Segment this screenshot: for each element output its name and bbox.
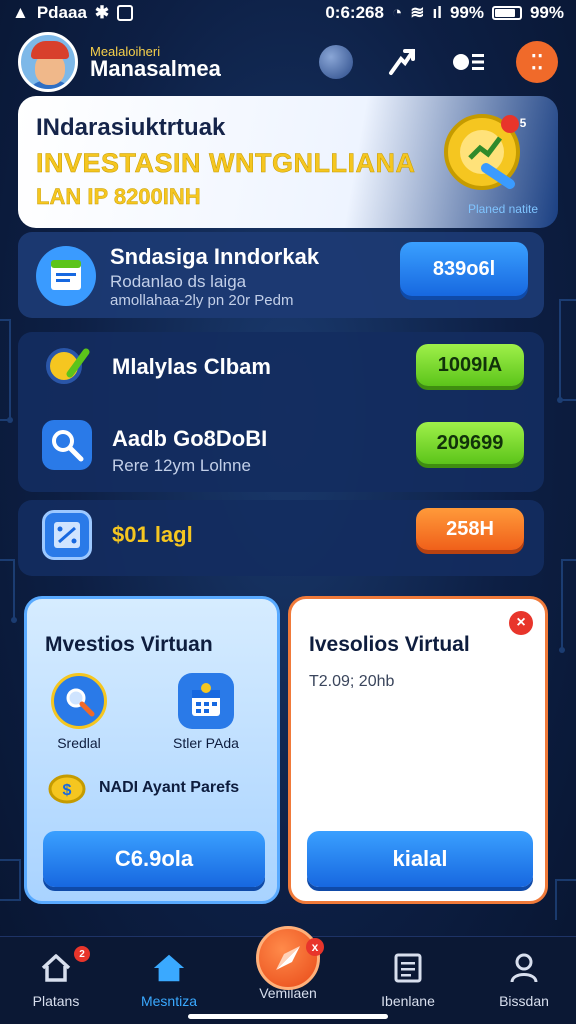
search-icon (42, 420, 92, 470)
battery-percent-secondary: 99% (529, 3, 564, 22)
nav-label: Platans (32, 993, 80, 1009)
nav-label: Ibenlane (381, 993, 435, 1009)
battery-percent: 99% (449, 3, 484, 22)
row-value-button[interactable]: 209699 (416, 422, 524, 464)
nav-item-mesntiza[interactable]: Mesntiza (119, 951, 219, 1009)
compass-icon (276, 946, 300, 970)
hero-caption: Planed natite (467, 202, 538, 216)
home-icon (152, 951, 186, 985)
row-subtitle-2: amollahaa-2ly pn 20r Pedm (110, 292, 294, 309)
card-primary-button[interactable]: kialal (307, 831, 533, 887)
feature-label: Stler PAda (173, 735, 239, 751)
info-line: $ NADI Ayant Parefs (47, 771, 239, 805)
card-date: T2.09; 20hb (309, 673, 395, 690)
coin-icon: $ (48, 774, 86, 804)
list-toggle-icon[interactable] (450, 44, 486, 80)
info-line-text: NADI Ayant Parefs (99, 779, 240, 796)
row-title: $01 lagl (112, 522, 193, 547)
card-title: Mvestios Virtuan (45, 633, 213, 656)
signal-icon: ıl (432, 3, 442, 22)
row-subtitle: Rere 12ym Lolnne (112, 456, 251, 475)
calendar-icon (177, 673, 234, 729)
hero-subtitle: INVESTASIN WNTGNLLIANA (36, 148, 416, 179)
app-header: Mealaloiheri Manasalmea ⁚⁚ (18, 32, 558, 92)
gear-coin-icon (444, 114, 520, 190)
lightbulb-icon (42, 342, 92, 392)
feature-item[interactable]: Sredlal (51, 673, 107, 751)
globe-icon[interactable] (318, 44, 354, 80)
feature-label: Sredlal (57, 735, 101, 751)
row-title: Aadb Go8DoBI (112, 426, 268, 451)
carrier-label: Pdaaa (36, 3, 87, 22)
document-icon (36, 246, 96, 306)
card-primary-button[interactable]: C6.9ola (43, 831, 265, 887)
notification-badge: 2 (74, 946, 90, 962)
nav-item-bissdan[interactable]: Bissdan (474, 951, 574, 1009)
nav-label: Mesntiza (140, 993, 198, 1009)
app-notification-icon (117, 5, 134, 21)
list-group: Mlalylas Clbam 1009IA Aadb Go8DoBI Rere … (18, 332, 544, 492)
hero-amount: LAN IP 8200INH (36, 184, 201, 209)
search-settings-icon (51, 673, 107, 729)
row-value-button[interactable]: 839o6l (400, 242, 528, 296)
profile-icon (507, 951, 541, 985)
hero-title: INdarasiuktrtuak (36, 114, 226, 141)
list-item[interactable]: $01 lagl 258H (18, 500, 544, 576)
image-icon: ▲ (12, 3, 29, 22)
row-title: Sndasiga Inndorkak (110, 244, 320, 269)
close-icon[interactable]: × (509, 611, 533, 635)
virtual-investment-card[interactable]: Mvestios Virtuan Sredlal Stler PAda $ NA… (24, 596, 280, 904)
document-list-icon (391, 951, 425, 985)
nav-label: Bissdan (499, 993, 549, 1009)
list-item[interactable]: Sndasiga Inndorkak Rodanlao ds laiga amo… (18, 232, 544, 318)
app-name: Manasalmea (90, 55, 221, 81)
settings-icon: ✱ (94, 3, 110, 22)
fab-badge: x (306, 938, 324, 956)
nav-item-ibenlane[interactable]: Ibenlane (358, 951, 458, 1009)
battery-icon (491, 6, 522, 20)
more-menu-button[interactable]: ⁚⁚ (516, 41, 558, 83)
home-icon (39, 951, 73, 985)
home-indicator (188, 1014, 388, 1019)
row-value-button[interactable]: 258H (416, 508, 524, 550)
alarm-icon: ◔ (391, 3, 403, 22)
card-title: Ivesolios Virtual (309, 633, 470, 656)
hero-badge: 5 (519, 116, 527, 130)
compass-fab-button[interactable] (256, 926, 320, 990)
share-icon[interactable] (384, 44, 420, 80)
svg-text:$: $ (63, 782, 72, 799)
avatar[interactable] (18, 32, 78, 92)
virtual-investment-card-secondary[interactable]: × Ivesolios Virtual T2.09; 20hb kialal (288, 596, 548, 904)
status-bar: ▲ Pdaaa ✱ 0:6:268 ◔ ≋ ıl 99% 99% (0, 0, 576, 26)
row-subtitle: Rodanlao ds laiga (110, 272, 247, 291)
row-value-button[interactable]: 1009IA (416, 344, 524, 386)
feature-item[interactable]: Stler PAda (173, 673, 239, 751)
row-title: Mlalylas Clbam (112, 354, 271, 379)
clock: 0:6:268 (325, 3, 384, 22)
hero-banner[interactable]: INdarasiuktrtuak INVESTASIN WNTGNLLIANA … (18, 96, 558, 228)
wifi-icon: ≋ (410, 3, 425, 22)
nav-item-platans[interactable]: Platans (6, 951, 106, 1009)
calculator-icon (42, 510, 92, 560)
